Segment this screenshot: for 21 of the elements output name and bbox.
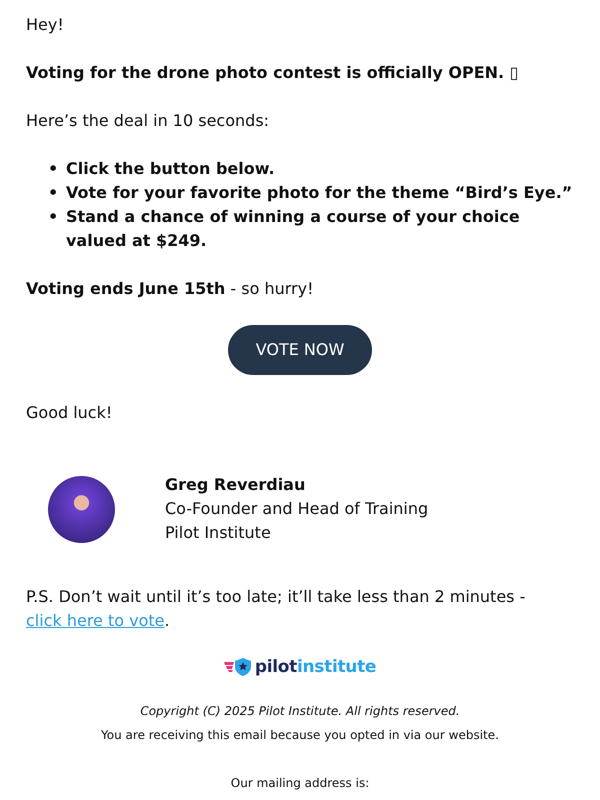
- copyright-text: Copyright (C) 2025 Pilot Institute. All rights reserved.: [139, 703, 461, 720]
- sign-off-text: Good luck!: [26, 402, 114, 424]
- postscript-text: P.S. Don’t wait until it’s too late; it’ll take less than 2 minutes - click here to vote.: [26, 586, 526, 632]
- winged-shield-icon: [224, 658, 252, 676]
- signature-company: Pilot Institute: [165, 522, 272, 544]
- bullet-marker: •: [48, 206, 60, 228]
- intro-text: Here’s the deal in 10 seconds:: [26, 110, 270, 132]
- bullet-marker: •: [48, 182, 60, 204]
- step-item: Stand a chance of winning a course of your choice valued at $249.: [66, 206, 521, 252]
- deadline-text: Voting ends June 15th - so hurry!: [26, 278, 314, 300]
- signature-role: Co-Founder and Head of Training: [165, 498, 428, 520]
- bullet-marker: •: [48, 158, 60, 180]
- notice-text: You are receiving this email because you opted in via our website.: [100, 727, 500, 744]
- logo-wordmark: pilotinstitute: [254, 657, 376, 677]
- greeting-text: Hey!: [26, 14, 65, 36]
- vote-button[interactable]: VOTE NOW: [228, 325, 372, 375]
- headline-text: Voting for the drone photo contest is officially OPEN. ▯: [26, 62, 520, 84]
- signature-name: Greg Reverdiau: [165, 474, 306, 496]
- address-heading: Our mailing address is:: [230, 775, 370, 792]
- step-item: Click the button below.: [66, 158, 275, 180]
- step-item: Vote for your favorite photo for the theme “Bird’s Eye.”: [66, 182, 572, 204]
